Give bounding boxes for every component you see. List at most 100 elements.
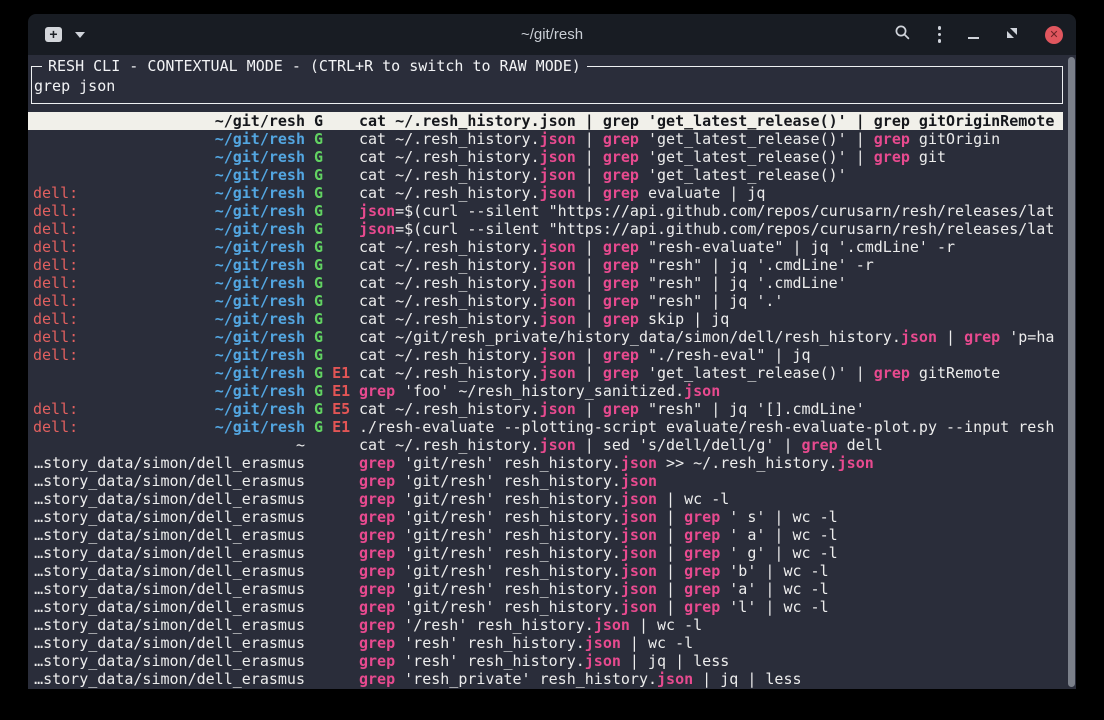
history-row[interactable]: dell:~/git/resh Gcat ~/.resh_history.jso… <box>28 256 1063 274</box>
match-highlight: grep <box>684 580 720 598</box>
row-directory: ~/git/resh <box>215 364 305 382</box>
history-row[interactable]: dell:~/git/resh G E5cat ~/.resh_history.… <box>28 400 1063 418</box>
history-row[interactable]: dell:~/git/resh Gjson=$(curl --silent "h… <box>28 202 1063 220</box>
match-highlight: grep <box>359 562 395 580</box>
history-row[interactable]: …story_data/simon/dell_erasmusgrep 'git/… <box>28 454 1063 472</box>
row-flags <box>305 652 359 670</box>
match-highlight: grep <box>603 400 639 418</box>
history-row[interactable]: …story_data/simon/dell_erasmusgrep 'git/… <box>28 472 1063 490</box>
menu-kebab-icon[interactable] <box>938 26 942 43</box>
row-host: dell: <box>33 274 78 292</box>
row-flags: G <box>305 238 359 256</box>
history-row[interactable]: dell:~/git/resh Gcat ~/.resh_history.jso… <box>28 292 1063 310</box>
git-flag: G <box>305 274 323 292</box>
row-command: cat ~/.resh_history.json | grep skip | j… <box>359 310 1063 328</box>
search-icon[interactable] <box>894 24 911 46</box>
row-command: cat ~/.resh_history.json | grep "resh" |… <box>359 400 1063 418</box>
row-directory: ~/git/resh <box>215 130 305 148</box>
match-highlight: json <box>621 454 657 472</box>
match-highlight: grep <box>874 130 910 148</box>
row-directory: ~/git/resh <box>215 274 305 292</box>
match-highlight: grep <box>359 652 395 670</box>
row-flags: G <box>305 220 359 238</box>
match-highlight: json <box>901 328 937 346</box>
row-directory: …story_data/simon/dell_erasmus <box>34 544 305 562</box>
history-row[interactable]: dell:~/git/resh Gcat ~/git/resh_private/… <box>28 328 1063 346</box>
history-row[interactable]: …story_data/simon/dell_erasmusgrep 'git/… <box>28 508 1063 526</box>
row-host: dell: <box>33 256 78 274</box>
history-row[interactable]: …story_data/simon/dell_erasmusgrep 'git/… <box>28 490 1063 508</box>
match-highlight: json <box>621 472 657 490</box>
history-row[interactable]: ~/git/resh Gcat ~/.resh_history.json | g… <box>28 148 1063 166</box>
git-flag: G <box>305 220 323 238</box>
git-flag: G <box>305 382 323 400</box>
row-command: cat ~/.resh_history.json | grep 'get_lat… <box>359 166 1063 184</box>
match-highlight: grep <box>802 436 838 454</box>
history-row[interactable]: dell:~/git/resh Gcat ~/.resh_history.jso… <box>28 346 1063 364</box>
git-flag: G <box>305 364 323 382</box>
match-highlight: grep <box>359 508 395 526</box>
match-highlight: json <box>540 292 576 310</box>
history-row[interactable]: dell:~/git/resh Gcat ~/.resh_history.jso… <box>28 238 1063 256</box>
restore-button[interactable] <box>1006 26 1018 44</box>
history-row[interactable]: ~/git/resh Gcat ~/.resh_history.json | g… <box>28 112 1063 130</box>
history-row[interactable]: …story_data/simon/dell_erasmusgrep 'resh… <box>28 670 1063 688</box>
row-flags: G <box>305 184 359 202</box>
row-flags: G <box>305 148 359 166</box>
match-highlight: json <box>540 436 576 454</box>
row-flags: G <box>305 112 359 130</box>
git-flag: G <box>305 346 323 364</box>
row-host-path: dell:~/git/resh <box>33 346 305 364</box>
titlebar: ~/git/resh <box>28 14 1076 55</box>
row-directory: …story_data/simon/dell_erasmus <box>34 580 305 598</box>
close-button[interactable] <box>1045 26 1063 44</box>
history-row[interactable]: ~/git/resh G E1cat ~/.resh_history.json … <box>28 364 1063 382</box>
row-directory: ~/git/resh <box>215 112 305 130</box>
history-row[interactable]: dell:~/git/resh Gcat ~/.resh_history.jso… <box>28 310 1063 328</box>
exit-code-flag: E1 <box>323 382 350 400</box>
row-directory: …story_data/simon/dell_erasmus <box>34 598 305 616</box>
history-row[interactable]: …story_data/simon/dell_erasmusgrep 'resh… <box>28 652 1063 670</box>
git-flag: G <box>305 310 323 328</box>
row-command: grep 'git/resh' resh_history.json | grep… <box>359 526 1063 544</box>
history-row[interactable]: …story_data/simon/dell_erasmusgrep 'git/… <box>28 598 1063 616</box>
history-row[interactable]: …story_data/simon/dell_erasmusgrep 'resh… <box>28 634 1063 652</box>
history-row[interactable]: …story_data/simon/dell_erasmusgrep 'git/… <box>28 544 1063 562</box>
row-flags <box>305 544 359 562</box>
match-highlight: grep <box>359 598 395 616</box>
row-command: cat ~/git/resh_private/history_data/simo… <box>359 328 1063 346</box>
match-highlight: json <box>359 202 395 220</box>
match-highlight: json <box>540 400 576 418</box>
row-host-path: ~ <box>33 436 305 454</box>
history-row[interactable]: ~/git/resh Gcat ~/.resh_history.json | g… <box>28 130 1063 148</box>
scrollbar-thumb[interactable] <box>1068 57 1075 687</box>
match-highlight: grep <box>684 544 720 562</box>
match-highlight: json <box>359 220 395 238</box>
row-host-path: …story_data/simon/dell_erasmus <box>33 670 305 688</box>
history-row[interactable]: dell:~/git/resh Gjson=$(curl --silent "h… <box>28 220 1063 238</box>
row-host-path: ~/git/resh <box>33 382 305 400</box>
history-row[interactable]: dell:~/git/resh Gcat ~/.resh_history.jso… <box>28 184 1063 202</box>
row-host-path: dell:~/git/resh <box>33 184 305 202</box>
match-highlight: grep <box>603 130 639 148</box>
history-row[interactable]: …story_data/simon/dell_erasmusgrep 'git/… <box>28 562 1063 580</box>
row-command: json=$(curl --silent "https://api.github… <box>359 220 1063 238</box>
history-row[interactable]: …story_data/simon/dell_erasmusgrep 'git/… <box>28 526 1063 544</box>
row-command: grep 'git/resh' resh_history.json | grep… <box>359 508 1063 526</box>
history-list: ~/git/resh Gcat ~/.resh_history.json | g… <box>28 112 1063 688</box>
history-row[interactable]: dell:~/git/resh G E1./resh-evaluate --pl… <box>28 418 1063 436</box>
match-highlight: json <box>657 670 693 688</box>
minimize-button[interactable] <box>968 37 979 39</box>
history-row[interactable]: ~/git/resh G E1grep 'foo' ~/resh_history… <box>28 382 1063 400</box>
history-row[interactable]: ~/git/resh Gcat ~/.resh_history.json | g… <box>28 166 1063 184</box>
history-row[interactable]: …story_data/simon/dell_erasmusgrep '/res… <box>28 616 1063 634</box>
history-row[interactable]: ~cat ~/.resh_history.json | sed 's/dell/… <box>28 436 1063 454</box>
match-highlight: grep <box>684 526 720 544</box>
match-highlight: json <box>540 148 576 166</box>
history-row[interactable]: dell:~/git/resh Gcat ~/.resh_history.jso… <box>28 274 1063 292</box>
history-row[interactable]: …story_data/simon/dell_erasmusgrep 'git/… <box>28 580 1063 598</box>
row-command: cat ~/.resh_history.json | grep 'get_lat… <box>359 148 1063 166</box>
match-highlight: json <box>540 238 576 256</box>
git-flag: G <box>305 418 323 436</box>
match-highlight: json <box>594 616 630 634</box>
